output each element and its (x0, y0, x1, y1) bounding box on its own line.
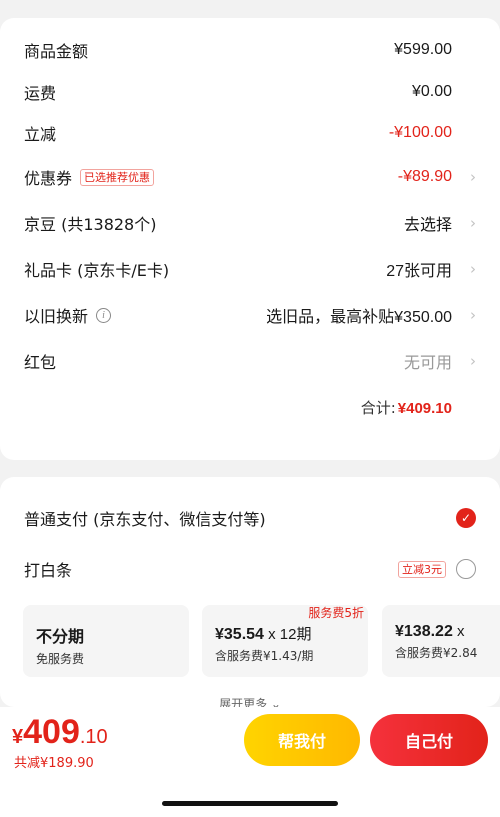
chevron-right-icon: › (470, 214, 476, 232)
total-saved: 共减¥189.90 (14, 756, 94, 771)
total-label: 合计: (360, 399, 396, 417)
instant-discount-value: -¥100.00 (388, 124, 452, 141)
plan-amount: ¥35.54 (215, 626, 264, 643)
total-amount: ¥409.10 (397, 400, 452, 417)
plan-amount: 不分期 (36, 629, 85, 646)
trade-in-value: 选旧品，最高补贴¥350.00 (266, 309, 452, 326)
total-line: 合计: ¥409.10 (361, 397, 452, 418)
help-me-pay-button[interactable]: 帮我付 (244, 714, 360, 766)
pay-myself-button[interactable]: 自己付 (370, 714, 488, 766)
coupon-label: 优惠券 (24, 169, 73, 188)
checkmark-icon[interactable]: ✓ (456, 508, 476, 528)
gift-card-label: 礼品卡 (京东卡/E卡) (24, 261, 170, 280)
normal-payment-label: 普通支付 (京东支付、微信支付等) (24, 510, 266, 529)
chevron-right-icon: › (470, 352, 476, 370)
coupon-value: -¥89.90 (397, 168, 452, 185)
red-packet-row[interactable]: 红包 无可用 › (24, 346, 476, 376)
installment-plan-none[interactable]: 不分期 免服务费 (23, 605, 189, 677)
coupon-row[interactable]: 优惠券 已选推荐优惠 -¥89.90 › (24, 162, 476, 192)
red-packet-label: 红包 (24, 353, 57, 372)
gift-card-row[interactable]: 礼品卡 (京东卡/E卡) 27张可用 › (24, 254, 476, 284)
gift-card-value: 27张可用 (386, 263, 452, 280)
plan-discount-badge: 服务费5折 (308, 606, 364, 620)
home-indicator (162, 801, 338, 806)
goods-amount-row: 商品金额 ¥599.00 › (24, 35, 476, 65)
jingdou-label: 京豆 (共13828个) (24, 215, 157, 234)
radio-button[interactable] (456, 559, 476, 579)
final-price: ¥ 409 .10 (12, 713, 108, 752)
installment-plan-12[interactable]: 服务费5折 ¥35.54 x 12期 含服务费¥1.43/期 (202, 605, 368, 677)
red-packet-value: 无可用 (403, 355, 452, 372)
coupon-tag: 已选推荐优惠 (80, 168, 155, 186)
trade-in-label: 以旧换新 (24, 307, 89, 326)
shipping-label: 运费 (24, 84, 57, 103)
instant-discount-row: 立减 -¥100.00 › (24, 118, 476, 148)
trade-in-row[interactable]: 以旧换新 i 选旧品，最高补贴¥350.00 › (24, 300, 476, 330)
jingdou-row[interactable]: 京豆 (共13828个) 去选择 › (24, 208, 476, 238)
goods-amount-value: ¥599.00 (394, 41, 452, 58)
baitiao-option[interactable]: 打白条 立减3元 (24, 554, 476, 584)
plan-term: x (452, 623, 465, 640)
price-decimal: .10 (79, 726, 108, 748)
instant-discount-label: 立减 (24, 125, 57, 144)
installment-plan-more[interactable]: ¥138.22 x 含服务费¥2.84 (382, 605, 500, 677)
price-integer: 409 (23, 713, 80, 751)
goods-amount-label: 商品金额 (24, 42, 89, 61)
info-icon[interactable]: i (96, 307, 112, 323)
normal-payment-option[interactable]: 普通支付 (京东支付、微信支付等) ✓ (24, 503, 476, 533)
plan-fee-note: 免服务费 (36, 652, 85, 666)
price-currency: ¥ (12, 726, 24, 748)
baitiao-label: 打白条 (24, 561, 73, 580)
shipping-value: ¥0.00 (411, 83, 452, 100)
plan-term: x 12期 (263, 626, 312, 643)
plan-fee-note: 含服务费¥2.84 (395, 646, 478, 660)
jingdou-value: 去选择 (403, 217, 452, 234)
chevron-right-icon: › (470, 260, 476, 278)
plan-fee-note: 含服务费¥1.43/期 (215, 649, 314, 663)
chevron-right-icon: › (470, 168, 476, 186)
baitiao-promo-tag: 立减3元 (398, 560, 446, 578)
plan-amount: ¥138.22 (395, 623, 453, 640)
chevron-right-icon: › (470, 306, 476, 324)
shipping-row: 运费 ¥0.00 › (24, 77, 476, 107)
